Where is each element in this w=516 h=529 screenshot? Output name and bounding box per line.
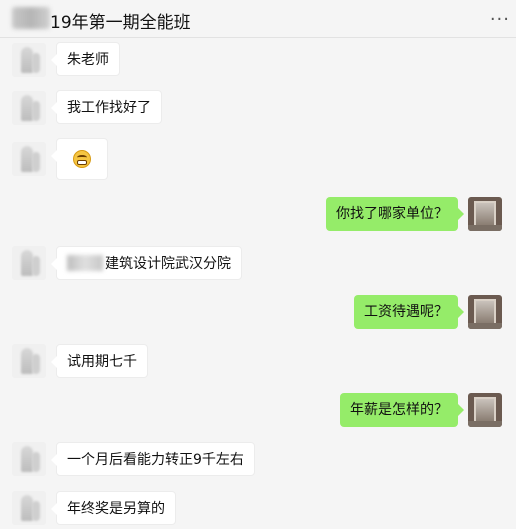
own-message-bubble[interactable]: 你找了哪家单位？: [326, 197, 464, 231]
chat-header: 19年第一期全能班 ···: [0, 0, 516, 38]
redacted-title-prefix: [12, 7, 50, 29]
redacted-text: [67, 255, 103, 271]
more-icon[interactable]: ···: [490, 9, 510, 30]
own-avatar[interactable]: [468, 393, 502, 427]
sender-avatar[interactable]: [12, 142, 46, 176]
own-message-bubble[interactable]: 工资待遇呢？: [354, 295, 464, 329]
message-text: 建筑设计院武汉分院: [105, 256, 231, 272]
message-bubble[interactable]: 试用期七千: [51, 344, 148, 378]
sender-avatar[interactable]: [12, 344, 46, 378]
message-bubble[interactable]: 朱老师: [51, 42, 120, 76]
message-bubble[interactable]: 我工作找好了: [51, 90, 162, 124]
sender-avatar[interactable]: [12, 491, 46, 525]
message-bubble[interactable]: 年终奖是另算的: [51, 491, 176, 525]
own-message-bubble[interactable]: 年薪是怎样的？: [340, 393, 464, 427]
own-avatar[interactable]: [468, 197, 502, 231]
sender-avatar[interactable]: [12, 91, 46, 125]
sender-avatar[interactable]: [12, 246, 46, 280]
sender-avatar[interactable]: [12, 442, 46, 476]
sender-avatar[interactable]: [12, 43, 46, 77]
message-bubble[interactable]: [51, 138, 108, 180]
chat-title: 19年第一期全能班: [50, 13, 191, 33]
message-bubble[interactable]: 建筑设计院武汉分院: [51, 246, 242, 280]
own-avatar[interactable]: [468, 295, 502, 329]
grimacing-face-icon: [73, 150, 91, 168]
message-bubble[interactable]: 一个月后看能力转正9千左右: [51, 442, 255, 476]
